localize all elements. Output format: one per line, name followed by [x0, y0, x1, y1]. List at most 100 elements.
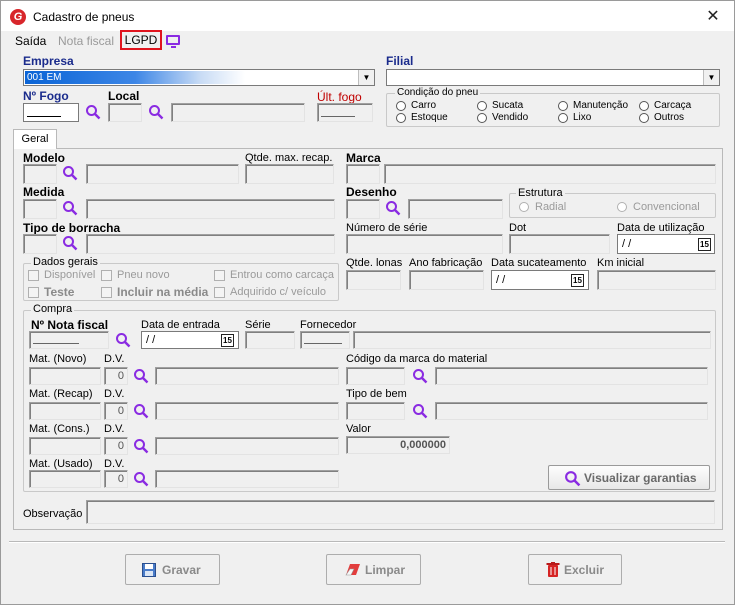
- mat-cons-label: Mat. (Cons.): [29, 423, 90, 435]
- radio-sucata[interactable]: [477, 101, 487, 111]
- search-icon[interactable]: [385, 200, 401, 216]
- modelo-label: Modelo: [23, 151, 65, 165]
- codigo-marca-material-input[interactable]: [346, 367, 405, 385]
- data-sucateamento-input[interactable]: / / 15: [491, 270, 589, 290]
- serie-input[interactable]: [245, 331, 295, 349]
- calendar-icon[interactable]: 15: [698, 238, 711, 251]
- observacao-input[interactable]: [86, 500, 715, 524]
- radio-outros[interactable]: [639, 113, 649, 123]
- entrou-carcaca-label: Entrou como carcaça: [230, 269, 334, 281]
- ano-fabricacao-input[interactable]: [409, 270, 484, 290]
- desenho-code-input[interactable]: [346, 199, 380, 219]
- gravar-button[interactable]: Gravar: [125, 554, 220, 585]
- checkbox-adquirido-veiculo[interactable]: [214, 287, 225, 298]
- search-icon[interactable]: [148, 104, 164, 120]
- radio-estoque[interactable]: [396, 113, 406, 123]
- tipo-borracha-code-input[interactable]: [23, 234, 57, 254]
- radio-convencional[interactable]: [617, 202, 627, 212]
- gravar-label: Gravar: [162, 563, 201, 577]
- modelo-description-field: [86, 164, 239, 184]
- monitor-icon[interactable]: [166, 35, 180, 48]
- radio-vendido[interactable]: [477, 113, 487, 123]
- filial-select[interactable]: ▼: [386, 69, 720, 86]
- mat-novo-dv-field: 0: [104, 367, 128, 385]
- local-code-input[interactable]: [108, 103, 142, 122]
- data-utilizacao-input[interactable]: / / 15: [617, 234, 715, 254]
- medida-description-field: [86, 199, 335, 219]
- mat-usado-label: Mat. (Usado): [29, 458, 93, 470]
- nota-fiscal-input[interactable]: [29, 331, 109, 349]
- search-icon[interactable]: [62, 235, 78, 251]
- checkbox-pneu-novo[interactable]: [101, 270, 112, 281]
- checkbox-teste[interactable]: [28, 287, 39, 298]
- window-title: Cadastro de pneus: [33, 10, 135, 24]
- calendar-icon[interactable]: 15: [221, 334, 234, 347]
- dv-label: D.V.: [104, 353, 125, 365]
- search-icon[interactable]: [115, 332, 131, 348]
- mat-recap-input[interactable]: [29, 402, 101, 420]
- cadastro-pneus-window: G Cadastro de pneus ✕ Saída Nota fiscal …: [0, 0, 735, 605]
- empresa-label: Empresa: [23, 54, 74, 68]
- desenho-label: Desenho: [346, 185, 397, 199]
- data-utilizacao-label: Data de utilização: [617, 222, 705, 234]
- save-icon: [142, 563, 156, 577]
- excluir-button[interactable]: Excluir: [528, 554, 622, 585]
- limpar-button[interactable]: Limpar: [326, 554, 421, 585]
- teste-label: Teste: [44, 285, 75, 299]
- search-icon[interactable]: [62, 165, 78, 181]
- estrutura-title: Estrutura: [516, 187, 565, 199]
- search-icon[interactable]: [412, 368, 428, 384]
- data-entrada-input[interactable]: / / 15: [141, 331, 239, 349]
- search-icon[interactable]: [133, 438, 149, 454]
- search-icon[interactable]: [133, 368, 149, 384]
- visualizar-garantias-button[interactable]: Visualizar garantias: [548, 465, 710, 490]
- disponivel-label: Disponível: [44, 269, 96, 281]
- radio-manutencao[interactable]: [558, 101, 568, 111]
- calendar-icon[interactable]: 15: [571, 274, 584, 287]
- valor-label: Valor: [346, 423, 371, 435]
- ult-fogo-label: Últ. fogo: [317, 90, 362, 104]
- medida-code-input[interactable]: [23, 199, 57, 219]
- radio-carcaca[interactable]: [639, 101, 649, 111]
- compra-title: Compra: [31, 303, 75, 315]
- mat-cons-input[interactable]: [29, 437, 101, 455]
- dropdown-arrow-icon[interactable]: ▼: [703, 70, 719, 85]
- dropdown-arrow-icon[interactable]: ▼: [358, 70, 374, 85]
- search-icon[interactable]: [133, 471, 149, 487]
- radio-convencional-label: Convencional: [633, 201, 700, 213]
- mat-usado-input[interactable]: [29, 470, 101, 488]
- radio-lixo[interactable]: [558, 113, 568, 123]
- menu-lgpd[interactable]: LGPD: [120, 30, 162, 50]
- checkbox-disponivel[interactable]: [28, 270, 39, 281]
- tipo-de-bem-input[interactable]: [346, 402, 405, 420]
- search-icon[interactable]: [62, 200, 78, 216]
- marca-label: Marca: [346, 151, 381, 165]
- tab-geral[interactable]: Geral: [13, 129, 57, 149]
- empresa-select[interactable]: 001 EM ▼: [23, 69, 375, 86]
- search-icon[interactable]: [412, 403, 428, 419]
- date-placeholder: / /: [146, 334, 156, 346]
- menu-saida[interactable]: Saída: [15, 34, 46, 48]
- close-button[interactable]: ✕: [701, 6, 725, 28]
- dot-input[interactable]: [509, 234, 610, 254]
- checkbox-entrou-carcaca[interactable]: [214, 270, 225, 281]
- radio-radial[interactable]: [519, 202, 529, 212]
- qtde-lonas-label: Qtde. lonas: [346, 257, 403, 269]
- local-label: Local: [108, 89, 140, 103]
- qtde-lonas-input[interactable]: [346, 270, 401, 290]
- mat-cons-description-field: [155, 437, 339, 455]
- numero-serie-input[interactable]: [346, 234, 503, 254]
- radio-carro[interactable]: [396, 101, 406, 111]
- marca-code-field: [346, 164, 380, 184]
- incluir-media-label: Incluir na média: [117, 285, 209, 299]
- dv-label: D.V.: [104, 458, 125, 470]
- search-icon[interactable]: [85, 104, 101, 120]
- menu-nota-fiscal[interactable]: Nota fiscal: [58, 34, 114, 48]
- mat-novo-input[interactable]: [29, 367, 101, 385]
- modelo-code-input[interactable]: [23, 164, 57, 184]
- radio-outros-label: Outros: [654, 112, 685, 123]
- km-inicial-input[interactable]: [597, 270, 716, 290]
- num-fogo-input[interactable]: [23, 103, 79, 122]
- search-icon[interactable]: [133, 403, 149, 419]
- checkbox-incluir-media[interactable]: [101, 287, 112, 298]
